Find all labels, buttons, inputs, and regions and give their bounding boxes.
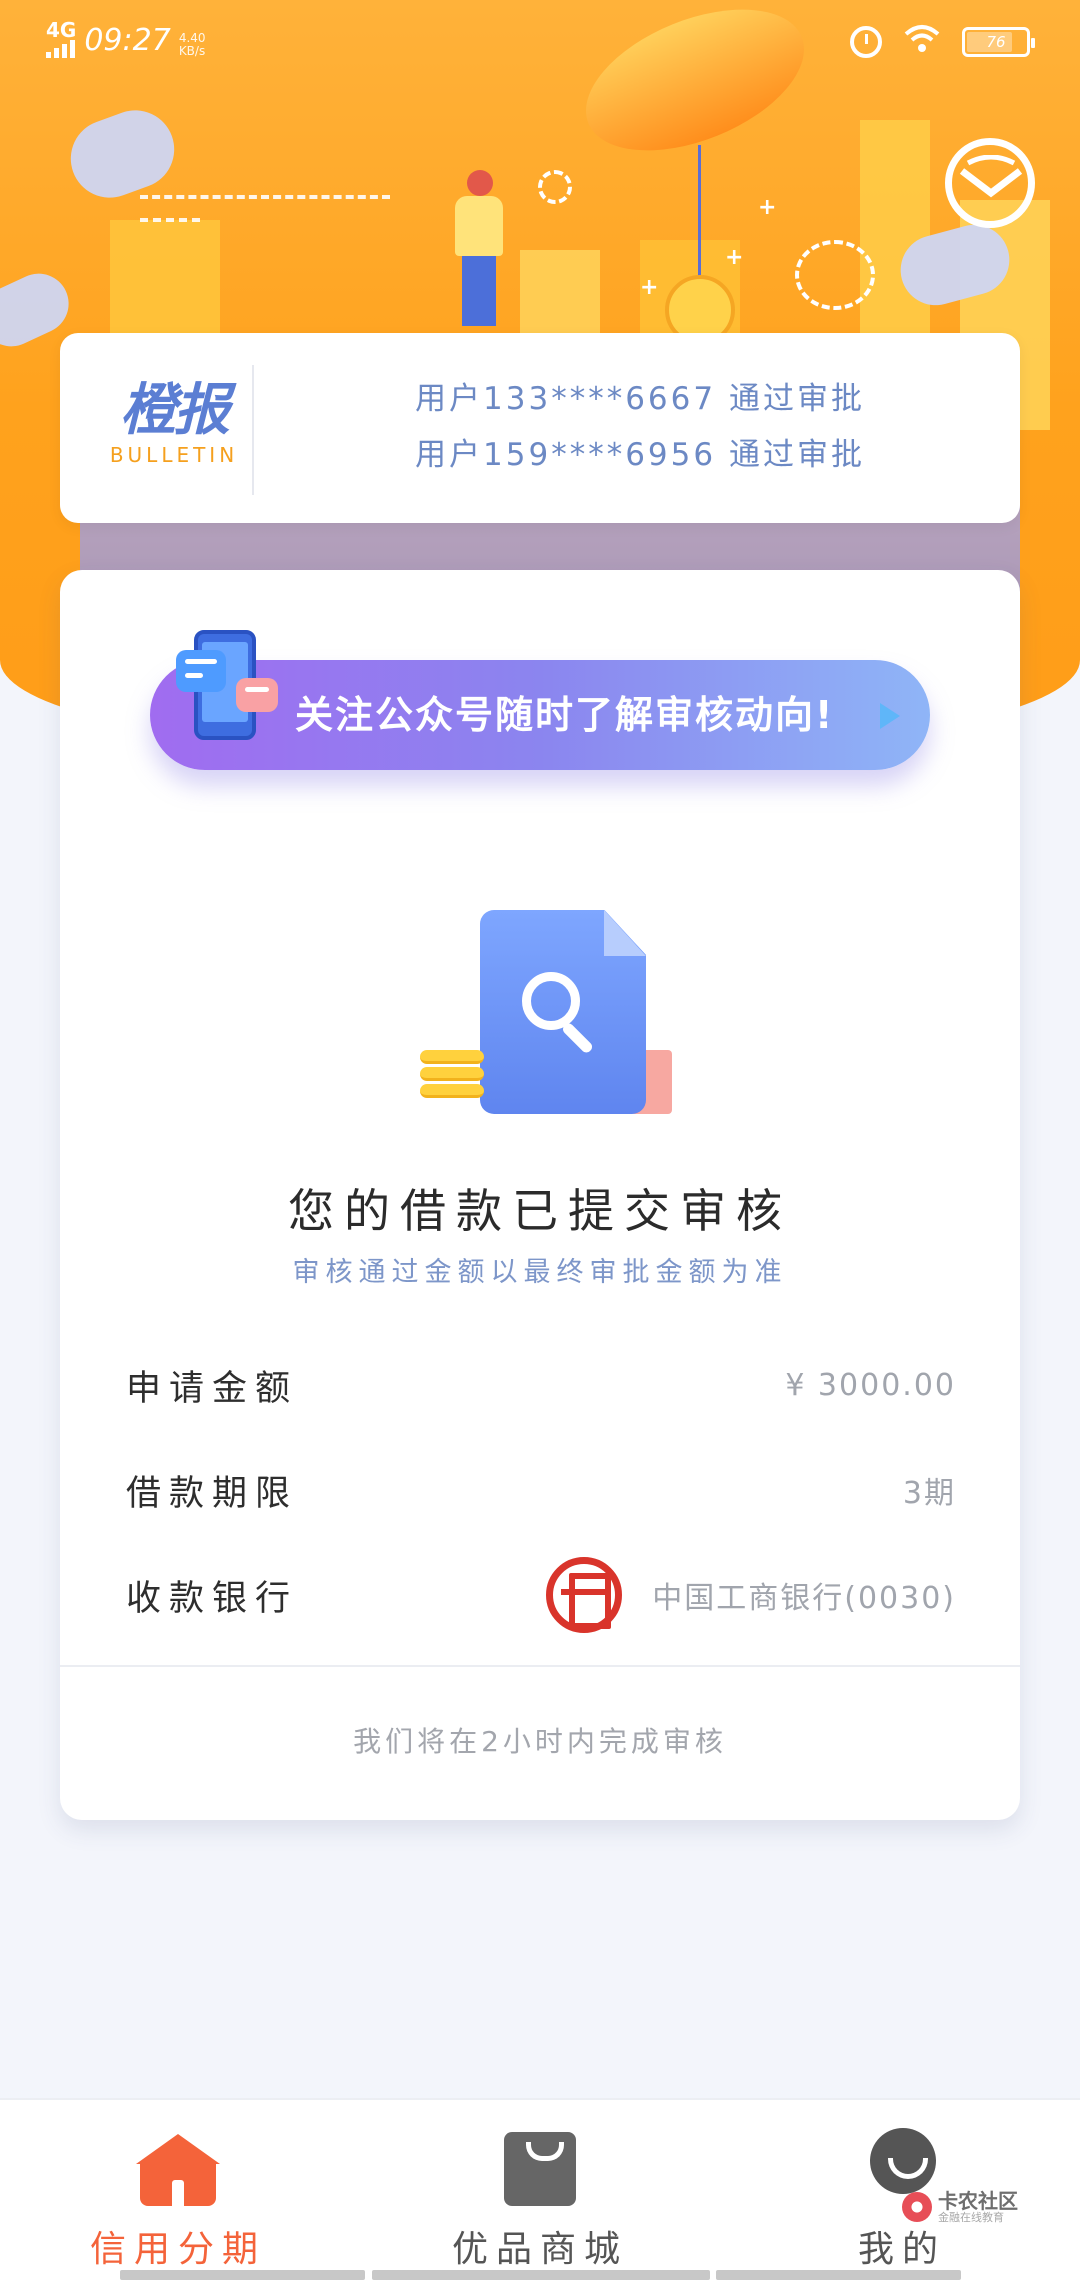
detail-label: 借款期限 <box>126 1473 299 1514</box>
battery-icon: 76 <box>962 27 1035 57</box>
system-nav-bar <box>372 2270 710 2280</box>
watermark-subtitle: 金融在线教育 <box>938 2211 1004 2224</box>
status-bar: 4G 09:27 4.40 KB/s 76 <box>0 0 1080 80</box>
chat-bubble-icon <box>236 678 278 712</box>
detail-value-bank: 中国工商银行(0030) <box>546 1557 956 1633</box>
person-illustration <box>455 170 505 330</box>
wifi-icon <box>904 24 940 60</box>
blimp-rope <box>698 145 701 285</box>
bulletin-logo: 橙报 BULLETIN <box>94 378 254 468</box>
status-time: 09:27 <box>84 23 171 58</box>
review-time-note: 我们将在2小时内完成审核 <box>353 1725 727 1758</box>
coins-icon <box>420 1050 484 1101</box>
magnifier-icon <box>522 972 580 1030</box>
bulletin-line: 用户159****6956 通过审批 <box>415 437 865 473</box>
shopping-bag-icon <box>504 2132 576 2206</box>
banner-text: 关注公众号随时了解审核动向! <box>295 693 835 737</box>
watermark-title: 卡农社区 <box>938 2189 1018 2213</box>
bulletin-logo-en: BULLETIN <box>109 443 239 467</box>
home-icon <box>136 2134 220 2206</box>
profile-icon <box>870 2128 936 2194</box>
detail-label: 申请金额 <box>126 1368 299 1409</box>
detail-value: 3期 <box>902 1476 956 1511</box>
speed-unit: KB/s <box>178 44 206 58</box>
sparkle-icon: + <box>725 245 744 270</box>
brand-logo-icon <box>945 138 1035 228</box>
sparkle-icon: + <box>640 275 659 300</box>
chat-bubble-icon <box>176 650 226 692</box>
status-title: 您的借款已提交审核 <box>288 1184 792 1238</box>
detail-value: ¥ 3000.00 <box>785 1367 956 1403</box>
tab-label: 我的 <box>857 2229 946 2270</box>
network-type: 4G <box>46 18 77 42</box>
application-status-card: 关注公众号随时了解审核动向! 您的借款已提交审核 审核通过金额以最终审批金额为准… <box>60 570 1020 1820</box>
system-nav-bar <box>716 2270 961 2280</box>
watermark: 卡农社区 金融在线教育 <box>902 2190 1018 2224</box>
status-subtitle: 审核通过金额以最终审批金额为准 <box>292 1257 788 1288</box>
divider <box>60 1665 1020 1667</box>
decorative-ring <box>538 170 572 204</box>
tab-label: 优品商城 <box>451 2229 628 2270</box>
bulletin-logo-cn: 橙报 <box>120 378 230 443</box>
tab-label: 信用分期 <box>89 2229 266 2270</box>
cloud-icon <box>59 99 186 209</box>
play-arrow-icon <box>880 703 900 729</box>
sparkle-icon: + <box>758 195 777 220</box>
cellular-signal-icon: 4G <box>46 20 76 58</box>
detail-label: 收款银行 <box>126 1578 299 1619</box>
divider <box>252 365 254 495</box>
battery-level: 76 <box>986 33 1006 51</box>
follow-official-account-banner[interactable]: 关注公众号随时了解审核动向! <box>150 660 930 770</box>
decorative-dash <box>140 218 200 222</box>
bulletin-line: 用户133****6667 通过审批 <box>415 381 865 417</box>
detail-row-amount: 申请金额 ¥ 3000.00 <box>126 1355 956 1415</box>
network-speed: 4.40 KB/s <box>179 32 206 58</box>
system-nav-bar <box>120 2270 365 2280</box>
alarm-icon <box>850 26 882 58</box>
decorative-ring <box>795 240 875 310</box>
detail-row-term: 借款期限 3期 <box>126 1460 956 1520</box>
bulletin-card: 橙报 BULLETIN 用户133****6667 通过审批 用户159****… <box>60 333 1020 523</box>
tab-credit-installment[interactable]: 信用分期 <box>58 2128 298 2272</box>
bottom-tab-bar: 信用分期 优品商城 我的 <box>0 2098 1080 2280</box>
detail-row-bank: 收款银行 中国工商银行(0030) <box>126 1557 956 1633</box>
bank-name: 中国工商银行(0030) <box>652 1581 956 1616</box>
bulletin-ticker: 用户133****6667 通过审批 用户159****6956 通过审批 <box>290 371 990 483</box>
document-search-illustration <box>420 910 680 1130</box>
icbc-bank-logo-icon <box>546 1557 623 1633</box>
flower-logo-icon <box>902 2192 932 2222</box>
tab-mall[interactable]: 优品商城 <box>420 2128 660 2272</box>
decorative-dash <box>140 195 390 199</box>
